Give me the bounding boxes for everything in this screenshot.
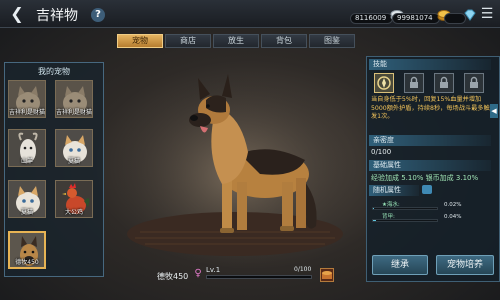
random-attr-bar — [372, 219, 438, 222]
pet-slot-label: 吉祥利是财猫 — [56, 109, 93, 116]
tab-pets[interactable]: 宠物 — [117, 34, 163, 48]
random-attr-section-title: 随机属性 — [369, 185, 419, 196]
pets-panel-title: 我的宠物 — [38, 67, 70, 76]
gold-amount: 99981074 — [392, 12, 440, 24]
skills-section-title: 技能 — [369, 59, 491, 70]
expand-arrow-icon[interactable]: ◀ — [490, 104, 498, 118]
help-button[interactable]: ? — [91, 8, 105, 22]
eye-icon[interactable] — [422, 185, 432, 194]
page-title: 吉祥物 — [36, 8, 78, 24]
pet-slot-label: 山羊 — [20, 158, 33, 165]
pet-slot-label: 德牧450 — [15, 259, 39, 266]
diamond-currency — [444, 6, 478, 24]
tab-release[interactable]: 放生 — [213, 34, 259, 48]
back-arrow-icon[interactable]: ❮ — [6, 5, 28, 23]
random-attr-bar — [372, 207, 438, 210]
pet-slot-label: 夏猫 — [67, 158, 80, 165]
inherit-button[interactable]: 继承 — [372, 255, 428, 275]
base-attr-value: 经验加成 5.10% 银币加成 3.10% — [371, 174, 479, 182]
diamond-icon[interactable] — [462, 8, 478, 22]
skill-slot-active[interactable] — [374, 73, 394, 93]
pet-stage — [110, 56, 360, 288]
pet-name: 德牧450 — [157, 272, 189, 281]
lock-icon — [470, 76, 478, 88]
random-attr-row: ★海水: 0.02% — [372, 200, 482, 212]
pet-slot-white-cat-2[interactable]: 夏猫 — [8, 180, 46, 218]
pet-slot-goat[interactable]: 山羊 — [8, 129, 46, 167]
random-attr-row: 背甲: 0.04% — [372, 212, 482, 224]
tab-collection[interactable]: 图鉴 — [309, 34, 355, 48]
pet-slot-label: 吉祥利是财猫 — [9, 109, 46, 116]
german-shepherd-illustration — [115, 66, 355, 266]
pet-slot-rooster[interactable]: 大公鸡 — [55, 180, 93, 218]
pet-slot-cat-1[interactable]: 吉祥利是财猫 — [8, 80, 46, 118]
top-bar: ❮ 吉祥物 ? 8116009 99981074 ☰ — [0, 0, 500, 28]
menu-icon[interactable]: ☰ — [479, 6, 495, 22]
silver-amount: 8116009 — [350, 12, 394, 24]
exp-bar — [206, 275, 312, 279]
random-attr-pct: 0.02% — [444, 202, 462, 208]
base-attr-section-title: 基础属性 — [369, 160, 491, 171]
tab-bar: 宠物 商店 放生 背包 图鉴 — [117, 34, 355, 48]
pet-training-button[interactable]: 宠物培养 — [436, 255, 494, 275]
lock-icon — [410, 76, 418, 88]
intimacy-section-title: 亲密度 — [369, 135, 491, 146]
gold-currency: 99981074 — [392, 6, 452, 24]
pet-level: Lv.1 — [206, 266, 221, 274]
pet-food-icon[interactable] — [320, 268, 334, 282]
tab-backpack[interactable]: 背包 — [261, 34, 307, 48]
skill-slot-locked-2[interactable] — [434, 73, 454, 93]
skill-slot-locked-1[interactable] — [404, 73, 424, 93]
pet-slot-white-cat-1[interactable]: 夏猫 — [55, 129, 93, 167]
pet-slot-cat-2[interactable]: 吉祥利是财猫 — [55, 80, 93, 118]
random-attr-pct: 0.04% — [444, 214, 462, 220]
pet-slot-dog-selected[interactable]: 德牧450 — [8, 231, 46, 269]
female-symbol-icon: ♀ — [194, 268, 202, 279]
pet-slot-label: 夏猫 — [20, 209, 33, 216]
random-attr-bar-fill — [373, 208, 375, 209]
exp-text: 0/100 — [294, 266, 312, 273]
random-attr-bar-fill — [373, 220, 376, 221]
skill-slot-locked-3[interactable] — [464, 73, 484, 93]
lock-icon — [440, 76, 448, 88]
tab-shop[interactable]: 商店 — [165, 34, 211, 48]
intimacy-value: 0/100 — [371, 148, 392, 156]
pet-slot-label: 大公鸡 — [64, 209, 83, 216]
skill-description: 当自身低于5%时，回复15%血量并增加5000额外护盾，持续8秒，每场战斗最多触… — [371, 96, 490, 120]
